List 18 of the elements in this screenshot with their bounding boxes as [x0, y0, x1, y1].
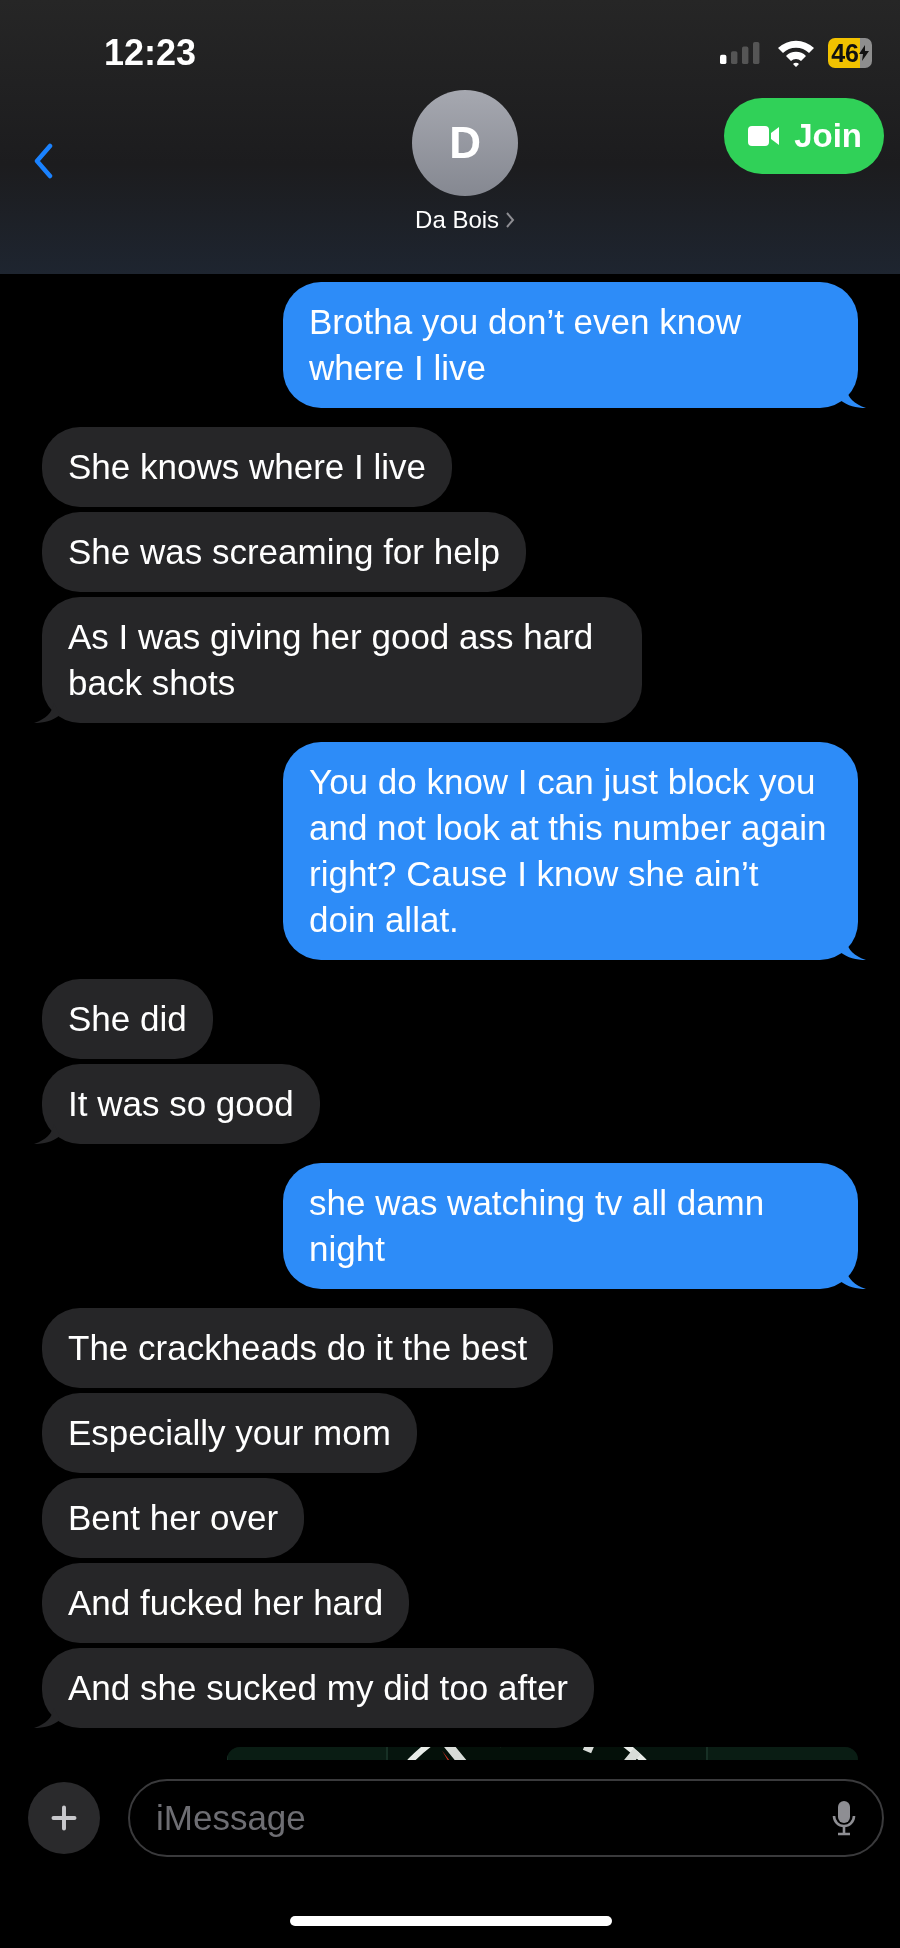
message-field[interactable]: iMessage: [128, 1779, 884, 1857]
wifi-icon: [776, 38, 817, 68]
avatar[interactable]: D: [412, 90, 519, 196]
battery-indicator: 46: [828, 38, 872, 68]
chevron-icon[interactable]: [505, 211, 516, 229]
message-bubble: The crackheads do it the best: [42, 1308, 554, 1388]
status-time: 12:23: [104, 32, 197, 74]
video-camera-icon: [748, 125, 781, 147]
message-bubble: And fucked her hard: [42, 1563, 410, 1643]
message-bubble: Especially your mom: [42, 1393, 417, 1473]
message-bubble: She did: [42, 979, 213, 1059]
join-button[interactable]: Join: [724, 98, 884, 174]
contact-name[interactable]: Da Bois: [415, 206, 500, 234]
plus-icon[interactable]: [50, 1804, 78, 1832]
message-bubble: She was screaming for help: [42, 512, 526, 592]
microphone-icon[interactable]: [832, 1800, 856, 1836]
message-bubble: Bent her over: [42, 1478, 305, 1558]
message-bubble: She knows where I live: [42, 427, 452, 507]
